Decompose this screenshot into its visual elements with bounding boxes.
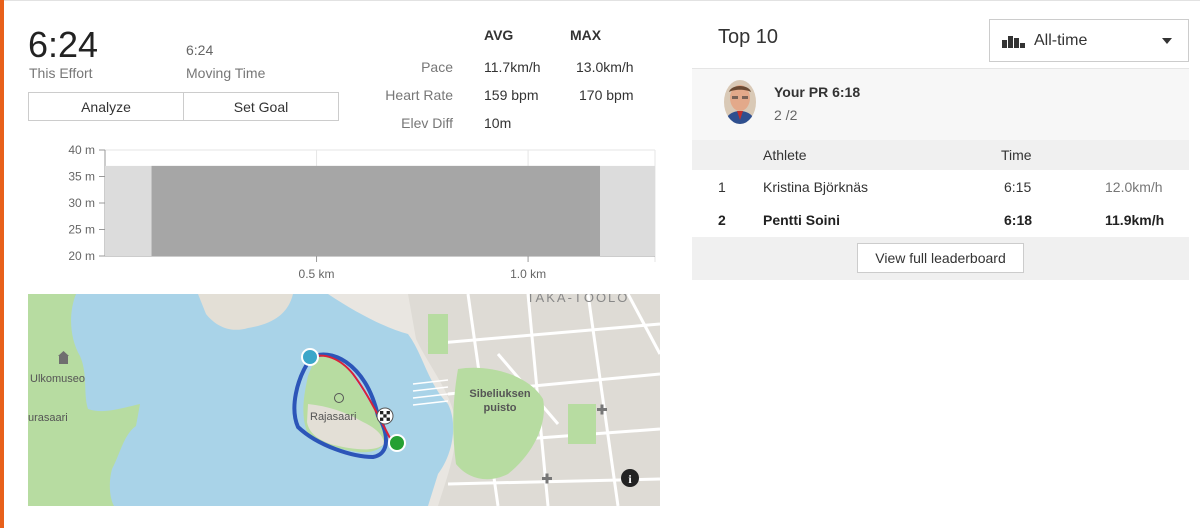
y-tick-label: 40 m	[68, 143, 95, 157]
map-label-puisto: puisto	[484, 402, 517, 414]
leaderboard-rank: 1	[718, 179, 726, 195]
athlete-name-link[interactable]: Kristina Björknäs	[763, 179, 868, 195]
avg-header: AVG	[484, 27, 514, 43]
chevron-down-icon	[1162, 38, 1172, 44]
personal-record-title: Your PR 6:18	[774, 84, 861, 100]
moving-time: 6:24	[186, 42, 214, 58]
route-start-marker[interactable]	[301, 348, 319, 366]
leaderboard-row-current-user[interactable]: 2 Pentti Soini 6:18 11.9km/h	[692, 203, 1189, 236]
leaderboard-speed: 11.9km/h	[1105, 212, 1165, 228]
leaderboard-time: 6:18	[1004, 212, 1033, 228]
elevation-area-segment	[151, 165, 600, 256]
personal-record-rank: 2 /2	[774, 107, 798, 123]
x-tick-label: 1.0 km	[510, 267, 546, 281]
leaderboard-time: 6:15	[1004, 179, 1032, 195]
moving-time-label: Moving Time	[186, 65, 266, 81]
accent-bar	[0, 0, 4, 528]
leaderboard-rank: 2	[718, 212, 726, 228]
route-end-marker[interactable]	[388, 434, 406, 452]
max-header: MAX	[570, 27, 602, 43]
map-label-sibeliuksen: Sibeliuksen	[469, 388, 530, 400]
pace-max: 13.0km/h	[576, 59, 634, 75]
top-rule	[0, 0, 1200, 7]
map-label-rajasaari: Rajasaari	[310, 411, 356, 423]
segment-map[interactable]: TAKA-TÖÖLÖ Ulkomuseo urasaari Rajasaari …	[28, 294, 660, 506]
checkered-flag-icon[interactable]	[376, 407, 394, 425]
map-park-small	[568, 404, 596, 444]
heart-rate-avg: 159 bpm	[484, 87, 539, 103]
leaderboard-row[interactable]: 1 Kristina Björknäs 6:15 12.0km/h	[692, 170, 1189, 203]
view-full-leaderboard-button[interactable]: View full leaderboard	[857, 243, 1024, 273]
heart-rate-label: Heart Rate	[385, 87, 453, 103]
y-tick-label: 35 m	[68, 170, 95, 184]
leaderboard-filter-label: All-time	[1034, 31, 1088, 49]
y-tick-label: 30 m	[68, 196, 95, 210]
elevation-chart: 40 m 35 m 30 m 25 m 20 m 0.5 km 1.0 km	[68, 143, 656, 281]
map-label-urasaari: urasaari	[28, 412, 68, 424]
map-label-taka-toolo: TAKA-TÖÖLÖ	[527, 294, 630, 305]
map-info-icon[interactable]: i	[621, 469, 639, 487]
avatar[interactable]	[724, 80, 756, 124]
map-park-north	[428, 314, 448, 354]
effort-time: 6:24	[28, 24, 99, 65]
map-label-ulkomuseo: Ulkomuseo	[30, 373, 85, 385]
bar-chart-icon	[1002, 35, 1025, 48]
pace-avg: 11.7km/h	[484, 59, 541, 75]
y-tick-label: 25 m	[68, 223, 95, 237]
personal-record-panel	[692, 68, 1189, 140]
leaderboard-header: Athlete Time	[692, 140, 1189, 170]
analyze-button[interactable]: Analyze	[29, 93, 183, 120]
effort-actions: Analyze Set Goal	[28, 92, 339, 121]
leaderboard-speed: 12.0km/h	[1105, 179, 1163, 195]
athlete-name-link[interactable]: Pentti Soini	[763, 212, 840, 228]
heart-rate-max: 170 bpm	[579, 87, 634, 103]
column-time: Time	[1001, 147, 1032, 163]
set-goal-button[interactable]: Set Goal	[183, 93, 338, 120]
leaderboard-filter-dropdown[interactable]: All-time	[989, 19, 1189, 62]
column-athlete: Athlete	[763, 147, 807, 163]
elev-diff-label: Elev Diff	[401, 115, 453, 131]
leaderboard-title: Top 10	[718, 26, 779, 48]
y-tick-label: 20 m	[68, 249, 95, 263]
elev-diff-value: 10m	[484, 115, 512, 131]
effort-label: This Effort	[29, 65, 93, 81]
pace-label: Pace	[421, 59, 453, 75]
x-tick-label: 0.5 km	[299, 267, 335, 281]
